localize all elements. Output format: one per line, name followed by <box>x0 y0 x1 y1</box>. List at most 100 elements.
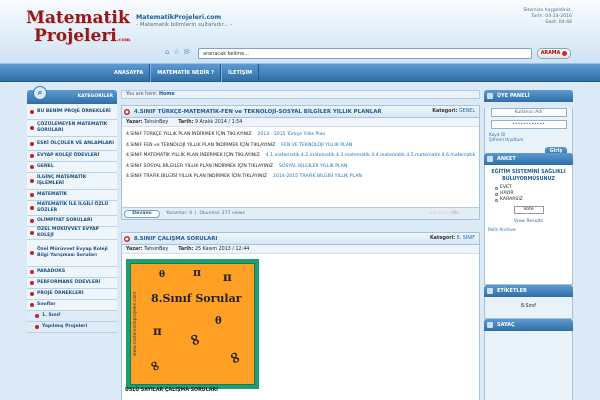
tag-link[interactable]: 8.Sınıf <box>485 297 572 317</box>
category-item[interactable]: GENEL <box>27 162 117 173</box>
plan-row: 4.SINIF MATEMATİK YILLIK PLAN İNDİRMEK İ… <box>126 151 475 162</box>
password-input[interactable]: •••••••••••• <box>490 120 567 129</box>
radio-icon[interactable] <box>495 186 498 190</box>
post-category-link[interactable]: 8. SINIF <box>457 236 475 241</box>
site-logo[interactable]: Matematik Projeleri.com <box>26 10 130 62</box>
post-category-link[interactable]: GENEL <box>459 109 475 114</box>
plan-row: 4.SINIF SOSYAL BİLGİLER YILLIK PLAN İNDİ… <box>126 162 475 173</box>
member-panel: ÜYE PANELİ Kullanıcı Adı •••••••••••• Ka… <box>484 90 573 160</box>
category-label: 1. Sınıf <box>42 313 61 319</box>
plan-row: 4.SINIF TÜRKÇE YILLIK PLAN İNDİRMEK İÇİN… <box>126 130 475 141</box>
poll-header: ANKET <box>484 153 573 165</box>
welcome-box: Sitemize hoşgeldiniz. Tarih: 04-24-2016 … <box>523 8 572 26</box>
category-item[interactable]: PARADOKS <box>27 267 117 278</box>
categories-header: ⌕ KATEGORİLER <box>27 86 117 104</box>
nav-contact[interactable]: İLETİŞİM <box>220 64 260 82</box>
category-label: Özel Mürüvvet Evyap Koleji Bilgi Yarışma… <box>37 247 108 258</box>
category-item[interactable]: ÇÖZÜLEMEYEN MATEMATİK SORULARI <box>27 120 117 137</box>
nav-home[interactable]: ANASAYFA <box>112 64 151 82</box>
read-more-button[interactable]: Devamı <box>124 210 160 218</box>
home-icon[interactable]: ⌂ <box>165 49 169 56</box>
category-item[interactable]: ESKİ ÖLÇÜLER VE ANLAMLARI <box>27 137 117 151</box>
pi-symbol: π <box>223 270 232 284</box>
poll-option[interactable]: KARARSIZ <box>485 197 572 203</box>
category-label: PARADOKS <box>37 269 66 275</box>
category-label: BU BENİM PROJE ÖRNEKLERİ <box>37 108 111 114</box>
plan-link[interactable]: 2014-2015 TRAFİK BİLGİSİ YILLIK PLAN <box>273 172 362 183</box>
category-item[interactable]: Yapılmış Projeleri <box>27 322 117 333</box>
post-caption: ÜSLÜ SAYILAR ÇALIŞMA SORULARI <box>125 388 218 393</box>
nav-what-is-math[interactable]: MATEMATİK NEDİR ? <box>150 64 221 82</box>
plan-link[interactable]: 2014 - 2015 Türkçe Yıllık Plan <box>258 130 326 141</box>
rating-stars[interactable]: ☆☆☆☆☆ (No <box>429 208 459 220</box>
category-label: Yapılmış Projeleri <box>42 324 88 330</box>
post-header: ● 4.SINIF TÜRKÇE-MATEMATİK-FEN ve TEKNOL… <box>122 106 479 118</box>
header: Matematik Projeleri.com MatematikProjele… <box>0 0 600 64</box>
main-nav: ANASAYFA MATEMATİK NEDİR ? İLETİŞİM <box>0 64 600 82</box>
bullet-icon <box>30 281 34 285</box>
site-info: MatematikProjeleri.com - Matematik bilim… <box>136 14 232 28</box>
tags-header: ETİKETLER <box>484 285 573 297</box>
plan-link[interactable]: FEN VE TEKNOLOJİ YILLIK PLAN <box>281 141 352 152</box>
category-item[interactable]: MATEMATİK <box>27 190 117 201</box>
polls-archive-link[interactable]: Polls Archive <box>485 227 572 235</box>
breadcrumb-home[interactable]: Home <box>159 92 175 97</box>
search-input[interactable]: aranacak kelime... <box>198 48 532 59</box>
site-tagline: - Matematik bilimlerin sultanıdır... - <box>136 22 233 28</box>
bullet-icon <box>30 165 34 169</box>
username-input[interactable]: Kullanıcı Adı <box>490 108 567 117</box>
post-card: ● 8.SINIF ÇALIŞMA SORULARI Kategori: 8. … <box>121 232 480 400</box>
post-title[interactable]: 4.SINIF TÜRKÇE-MATEMATİK-FEN ve TEKNOLOJ… <box>134 106 382 118</box>
category-item[interactable]: Sınıflar <box>27 300 117 311</box>
plan-link[interactable]: SOSYAL BİLGİLER YILLIK PLAN <box>279 162 347 173</box>
post-footer: Devamı Yorumlar: 0 | Okunma: 277 views ☆… <box>122 207 479 219</box>
category-item[interactable]: OLİMPİYAT SORULARI <box>27 216 117 227</box>
category-item[interactable]: MATEMATİK İLE İLGİLİ ÖZLÜ SÖZLER <box>27 201 117 216</box>
forgot-password-link[interactable]: Şifremi Unuttum <box>489 137 568 142</box>
mail-icon[interactable]: ✉ <box>184 49 190 56</box>
bullet-icon <box>30 141 34 146</box>
bullet-icon <box>30 126 34 130</box>
plan-text: 4.SINIF TRAFİK BİLGİSİ YILLIK PLAN İNDİR… <box>126 174 268 180</box>
category-item[interactable]: EVYAP KOLEJİ ÖDEVLERİ <box>27 151 117 162</box>
post-image[interactable]: www.matematikprojeleri.com θ π π 8.Sınıf… <box>126 259 259 389</box>
post-author: Yazar: TahsinBey <box>126 120 169 125</box>
radio-icon[interactable] <box>495 192 498 196</box>
bullet-icon <box>35 325 39 329</box>
post-meta: Yazar: TahsinBey Tarih: 9 Aralık 2014 / … <box>122 118 479 127</box>
post-marker-icon: ● <box>124 236 130 242</box>
category-label: OLİMPİYAT SORULARI <box>37 218 93 224</box>
category-label: ESKİ ÖLÇÜLER VE ANLAMLARI <box>37 140 114 146</box>
category-item[interactable]: ÖZEL MÜKÜVVET EVYAP KOLEJİ <box>27 227 117 240</box>
bullet-icon <box>30 251 34 255</box>
category-item[interactable]: BU BENİM PROJE ÖRNEKLERİ <box>27 104 117 120</box>
view-results-link[interactable]: View Results <box>485 217 572 227</box>
category-label: PROJE ÖRNEKLERİ <box>37 291 84 297</box>
logo-domain: .com <box>116 37 131 43</box>
category-item[interactable]: PERFORMANS ÖDEVLERİ <box>27 278 117 289</box>
infinity-symbol: ∞ <box>224 347 248 368</box>
tags-panel: ETİKETLER 8.Sınıf <box>484 285 573 319</box>
category-item[interactable]: PROJE ÖRNEKLERİ <box>27 289 117 300</box>
category-label: MATEMATİK <box>37 192 68 198</box>
plan-link[interactable]: 4.1.matematik 4.2.matematik 4.3.matemati… <box>266 151 475 162</box>
site-name[interactable]: MatematikProjeleri.com <box>136 14 232 21</box>
category-item[interactable]: İLGİNÇ MATEMATİK İŞLEMLERİ <box>27 173 117 190</box>
category-item[interactable]: Özel Mürüvvet Evyap Koleji Bilgi Yarışma… <box>27 240 117 267</box>
radio-icon[interactable] <box>495 198 498 202</box>
post-title[interactable]: 8.SINIF ÇALIŞMA SORULARI <box>134 233 217 245</box>
plan-text: 4.SINIF MATEMATİK YILLIK PLAN İNDİRMEK İ… <box>126 153 260 159</box>
post-marker-icon: ● <box>124 109 130 115</box>
bullet-icon <box>30 292 34 296</box>
search-button[interactable]: ARAMA <box>537 48 571 59</box>
bullet-icon <box>35 314 39 318</box>
post-category: Kategori: 8. SINIF <box>429 236 475 241</box>
image-watermark: www.matematikprojeleri.com <box>133 291 138 357</box>
post-card: ● 4.SINIF TÜRKÇE-MATEMATİK-FEN ve TEKNOL… <box>121 105 480 220</box>
comments-count[interactable]: 0 <box>189 211 192 216</box>
category-item[interactable]: 1. Sınıf <box>27 311 117 322</box>
vote-button[interactable]: Vote <box>513 206 544 214</box>
bookmark-icon[interactable]: ☆ <box>173 49 179 56</box>
post-header: ● 8.SINIF ÇALIŞMA SORULARI Kategori: 8. … <box>122 233 479 245</box>
user-icon <box>487 93 493 99</box>
